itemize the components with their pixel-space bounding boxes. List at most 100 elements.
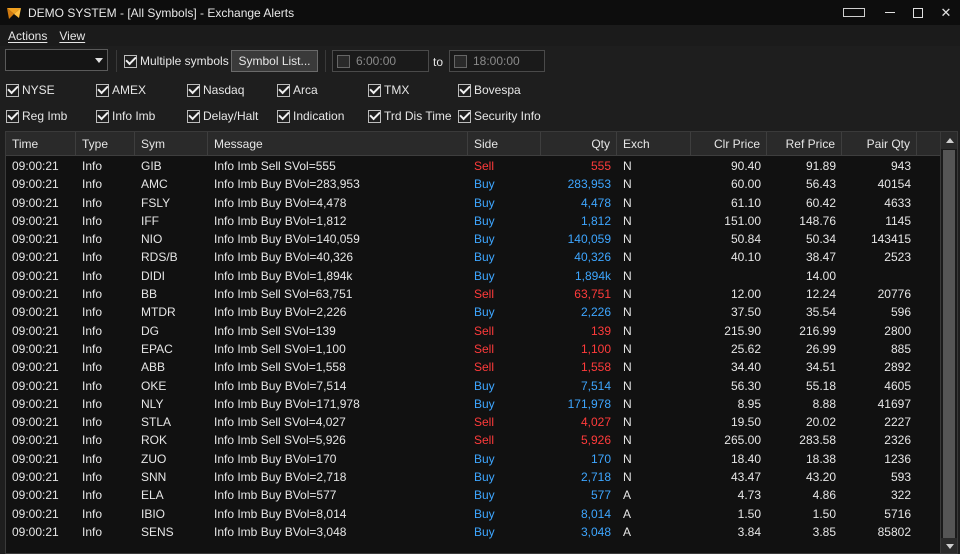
info-imb-checkbox[interactable] [96,109,109,123]
trd-dis-time-checkbox[interactable] [368,109,381,123]
table-row[interactable]: 09:00:21 Info FSLY Info Imb Buy BVol=4,478 B… [6,194,941,212]
scroll-thumb[interactable] [943,150,955,546]
end-time-field[interactable]: 18:00:00 [449,50,545,72]
maximize-button[interactable] [904,0,932,25]
scroll-up-arrow-icon[interactable] [941,132,957,149]
cell-time: 09:00:21 [12,415,59,430]
column-header-qty[interactable]: Qty [541,132,617,156]
cell-clr-price: 151.00 [724,213,761,228]
column-header-pair-qty[interactable]: Pair Qty [842,132,917,156]
arca-checkbox[interactable] [277,83,290,97]
minimize-button[interactable] [876,0,904,25]
cell-message: Info Imb Sell SVol=555 [214,159,336,173]
cell-sym: IBIO [141,506,166,521]
menu-bar: Actions View [0,25,960,46]
alert-filter-delay-halt[interactable]: Delay/Halt [187,109,258,123]
table-row[interactable]: 09:00:21 Info STLA Info Imb Sell SVol=4,027… [6,413,941,431]
cell-side: Sell [474,433,495,448]
delay-halt-checkbox[interactable] [187,109,200,123]
exchange-filter-nasdaq[interactable]: Nasdaq [187,83,244,97]
end-time-checkbox[interactable] [454,54,467,68]
amex-checkbox[interactable] [96,83,109,97]
table-row[interactable]: 09:00:21 Info SENS Info Imb Buy BVol=3,048 B… [6,523,941,541]
cell-qty: 171,978 [567,396,611,411]
security-info-checkbox[interactable] [458,109,471,123]
alert-filter-security-info[interactable]: Security Info [458,109,541,123]
alert-filter-info-imb[interactable]: Info Imb [96,109,155,123]
cell-ref-price: 12.24 [805,287,836,302]
cell-ref-price: 20.02 [805,415,836,430]
nyse-checkbox[interactable] [6,83,19,97]
cell-qty: 5,926 [580,433,611,448]
cell-sym: EPAC [141,341,173,356]
table-row[interactable]: 09:00:21 Info SNN Info Imb Buy BVol=2,718 Bu… [6,468,941,486]
start-time-field[interactable]: 6:00:00 [332,50,429,72]
column-header-sym[interactable]: Sym [135,132,208,156]
cell-clr-price: 19.50 [730,415,761,430]
table-row[interactable]: 09:00:21 Info OKE Info Imb Buy BVol=7,514 Bu… [6,377,941,395]
table-row[interactable]: 09:00:21 Info DG Info Imb Sell SVol=139 Sell… [6,322,941,340]
indication-checkbox[interactable] [277,109,290,123]
table-row[interactable]: 09:00:21 Info AMC Info Imb Buy BVol=283,953… [6,175,941,193]
column-header-ref-price[interactable]: Ref Price [767,132,842,156]
cell-pair-qty: 2892 [884,360,911,375]
exchange-filter-amex[interactable]: AMEX [96,83,146,97]
vertical-scrollbar[interactable] [940,132,957,553]
table-row[interactable]: 09:00:21 Info IBIO Info Imb Buy BVol=8,014 B… [6,505,941,523]
cell-exch: N [623,415,632,430]
symbol-dropdown[interactable] [5,49,108,71]
table-row[interactable]: 09:00:21 Info EPAC Info Imb Sell SVol=1,100… [6,340,941,358]
table-row[interactable]: 09:00:21 Info NIO Info Imb Buy BVol=140,059… [6,230,941,248]
cell-sym: ZUO [141,451,167,466]
exchange-filter-arca[interactable]: Arca [277,83,318,97]
nasdaq-checkbox[interactable] [187,83,200,97]
alert-filter-trd-dis-time[interactable]: Trd Dis Time [368,109,452,123]
scroll-down-arrow-icon[interactable] [941,538,957,553]
table-row[interactable]: 09:00:21 Info ELA Info Imb Buy BVol=577 Buy 5… [6,486,941,504]
column-header-exch[interactable]: Exch [617,132,691,156]
multiple-symbols-checkbox[interactable] [124,54,137,68]
table-row[interactable]: 09:00:21 Info ABB Info Imb Sell SVol=1,558 S… [6,358,941,376]
compact-view-button[interactable] [832,0,876,25]
alert-filter-indication[interactable]: Indication [277,109,344,123]
table-body: 09:00:21 Info GIB Info Imb Sell SVol=555 Sel… [6,157,941,541]
table-row[interactable]: 09:00:21 Info MTDR Info Imb Buy BVol=2,226 B… [6,303,941,321]
menu-view[interactable]: View [59,29,85,43]
exchange-filter-tmx[interactable]: TMX [368,83,409,97]
menu-actions[interactable]: Actions [8,29,47,43]
cell-sym: GIB [141,159,162,173]
alert-filter-reg-imb[interactable]: Reg Imb [6,109,67,123]
symbol-list-button[interactable]: Symbol List... [231,50,318,72]
column-header-side[interactable]: Side [468,132,541,156]
table-row[interactable]: 09:00:21 Info ZUO Info Imb Buy BVol=170 Buy 1… [6,450,941,468]
cell-clr-price: 215.90 [724,323,761,338]
table-row[interactable]: 09:00:21 Info ROK Info Imb Sell SVol=5,926 S… [6,431,941,449]
multiple-symbols-toggle[interactable]: Multiple symbols [124,54,229,68]
cell-time: 09:00:21 [12,268,59,283]
table-row[interactable]: 09:00:21 Info DIDI Info Imb Buy BVol=1,894k… [6,267,941,285]
table-row[interactable]: 09:00:21 Info RDS/B Info Imb Buy BVol=40,32… [6,248,941,266]
column-header-time[interactable]: Time [6,132,76,156]
cell-sym: SNN [141,470,167,485]
table-row[interactable]: 09:00:21 Info BB Info Imb Sell SVol=63,751 S… [6,285,941,303]
cell-side: Sell [474,341,495,356]
bovespa-checkbox[interactable] [458,83,471,97]
column-header-type[interactable]: Type [76,132,135,156]
tmx-checkbox[interactable] [368,83,381,97]
column-header-clr-price[interactable]: Clr Price [691,132,767,156]
cell-exch: N [623,378,632,393]
cell-clr-price: 12.00 [730,287,761,302]
table-row[interactable]: 09:00:21 Info NLY Info Imb Buy BVol=171,978… [6,395,941,413]
cell-pair-qty: 40154 [877,177,911,192]
cell-time: 09:00:21 [12,250,59,265]
table-row[interactable]: 09:00:21 Info GIB Info Imb Sell SVol=555 Sel… [6,157,941,175]
start-time-checkbox[interactable] [337,54,350,68]
close-button[interactable]: ✕ [932,0,960,25]
cell-time: 09:00:21 [12,232,59,247]
exchange-filter-nyse[interactable]: NYSE [6,83,55,97]
reg-imb-checkbox[interactable] [6,109,19,123]
exchange-filter-bovespa[interactable]: Bovespa [458,83,521,97]
table-row[interactable]: 09:00:21 Info IFF Info Imb Buy BVol=1,812 Bu… [6,212,941,230]
column-header-message[interactable]: Message [208,132,468,156]
cell-qty: 1,100 [580,341,611,356]
